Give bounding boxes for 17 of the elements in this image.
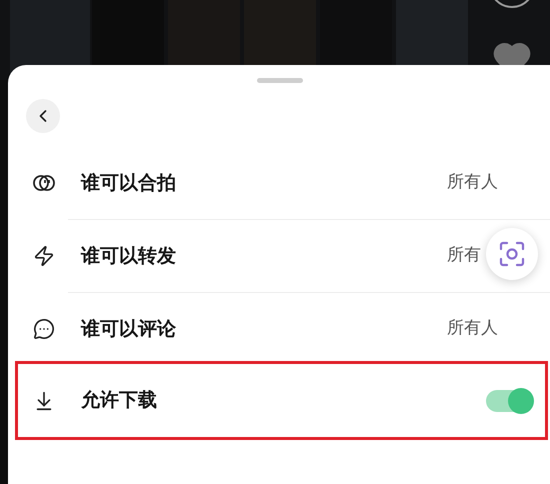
setting-label: 谁可以转发 <box>81 244 176 269</box>
setting-row[interactable]: 谁可以合拍 所有人 <box>15 147 548 219</box>
setting-row[interactable]: 谁可以转发 所有 <box>15 220 548 292</box>
setting-label: 谁可以合拍 <box>81 170 176 196</box>
drag-handle[interactable] <box>257 78 303 83</box>
highlighted-setting-row[interactable]: 允许下载 <box>15 361 548 440</box>
comment-icon <box>33 318 55 340</box>
back-button[interactable] <box>26 99 60 133</box>
setting-value: 所有人 <box>447 318 498 338</box>
lightning-icon <box>33 245 55 267</box>
setting-label: 允许下载 <box>81 388 157 414</box>
setting-value: 所有 <box>447 245 481 266</box>
scan-camera-icon <box>499 241 525 267</box>
overlapping-circles-icon <box>33 174 55 192</box>
setting-value: 所有人 <box>447 172 498 192</box>
toggle-switch[interactable] <box>486 390 532 412</box>
setting-label: 谁可以评论 <box>81 316 176 342</box>
